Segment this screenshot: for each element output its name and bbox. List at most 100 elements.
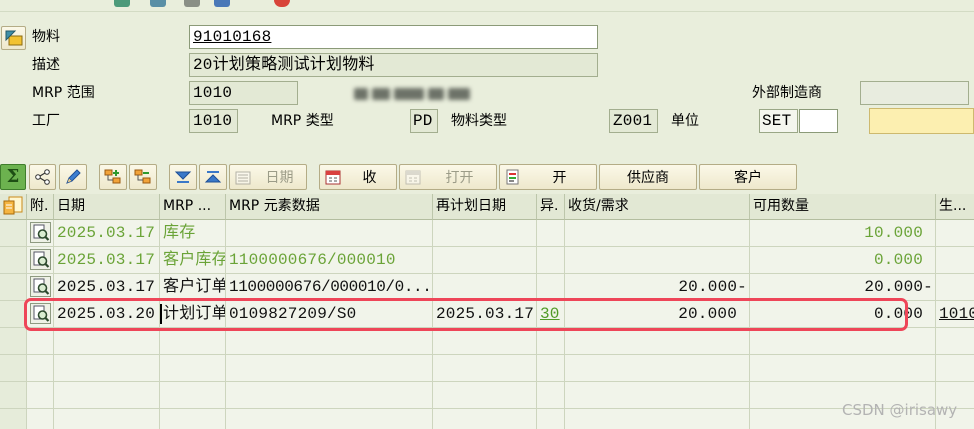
production-cell (936, 220, 974, 247)
column-header-reschedule-date[interactable]: 再计划日期 (433, 194, 537, 220)
watermark: CSDN @irisawy (842, 401, 958, 419)
empty-row (0, 409, 974, 429)
sum-button[interactable]: Σ (0, 164, 26, 190)
mrp-type-label: MRP 类型 (271, 113, 334, 129)
table-header-row: 附. 日期 MRP ... MRP 元素数据 再计划日期 异. 收货/需求 可用… (0, 194, 974, 220)
collapse-tree-icon (133, 167, 153, 187)
row-selector[interactable] (0, 274, 27, 301)
column-header-mrp-element[interactable]: MRP ... (160, 194, 226, 220)
mrp-element-text: 计划订单 (163, 305, 226, 323)
document-list-icon (233, 167, 253, 187)
column-header-available-qty[interactable]: 可用数量 (750, 194, 936, 220)
table-row[interactable]: 2025.03.17 客户库存 1100000676/000010 0.000 (0, 247, 974, 274)
date-cell: 2025.03.20 (54, 301, 160, 328)
element-data-cell: 1100000676/000010/0... (226, 274, 433, 301)
table-cell (54, 355, 160, 382)
table-row[interactable]: 2025.03.17 客户订单 1100000676/000010/0... 2… (0, 274, 974, 301)
exception-cell: 30 (537, 301, 565, 328)
table-row[interactable]: 2025.03.17 库存 10.000 (0, 220, 974, 247)
row-selector[interactable] (0, 355, 27, 382)
row-selector[interactable] (0, 301, 27, 328)
mrp-element-cell: 计划订单 (160, 301, 226, 328)
material-type-field: Z001 (609, 109, 658, 133)
reschedule-date-cell (433, 274, 537, 301)
table-cell (160, 328, 226, 355)
production-link[interactable]: 1010 (939, 305, 974, 323)
chevron-up-icon (203, 167, 223, 187)
column-header-exception[interactable]: 异. (537, 194, 565, 220)
table-cell (54, 409, 160, 429)
redacted-text (352, 85, 474, 103)
row-selector[interactable] (0, 247, 27, 274)
customer-button[interactable]: 客户 (699, 164, 797, 190)
select-all-button[interactable] (0, 194, 27, 220)
unit-label: 单位 (671, 113, 699, 129)
receipt-requirement-cell (565, 247, 750, 274)
vendor-button[interactable]: 供应商 (599, 164, 697, 190)
settings-icon[interactable] (184, 0, 200, 7)
back-icon[interactable] (114, 0, 130, 7)
element-detail-button[interactable] (30, 249, 51, 270)
date-cell: 2025.03.17 (54, 220, 160, 247)
refresh-icon[interactable] (150, 0, 166, 7)
material-hierarchy-button[interactable] (1, 26, 26, 50)
calendar-icon (403, 167, 423, 187)
mrp-area-field: 1010 (189, 81, 298, 105)
unit-extra-field[interactable] (799, 109, 838, 133)
column-header-element-data[interactable]: MRP 元素数据 (226, 194, 433, 220)
row-selector[interactable] (0, 409, 27, 429)
table-cell (433, 382, 537, 409)
highlight-field (869, 108, 974, 134)
row-selector[interactable] (0, 328, 27, 355)
receipts-button[interactable]: 收 (319, 164, 397, 190)
scroll-up-button[interactable] (199, 164, 227, 190)
table-cell (27, 409, 54, 429)
date-button-label: 日期 (265, 170, 294, 186)
description-label: 描述 (32, 57, 60, 73)
detail-magnifier-icon (33, 305, 49, 322)
navigate-icon[interactable] (214, 0, 230, 7)
table-row[interactable]: 2025.03.20 计划订单 0109827209/S0 2025.03.17… (0, 301, 974, 328)
plant-field: 1010 (189, 109, 238, 133)
table-cell (433, 409, 537, 429)
table-cell (160, 355, 226, 382)
mrp-element-cell: 库存 (160, 220, 226, 247)
column-header-date[interactable]: 日期 (54, 194, 160, 220)
exception-link[interactable]: 30 (540, 305, 560, 323)
row-selector[interactable] (0, 220, 27, 247)
table-cell (27, 328, 54, 355)
material-field[interactable]: 91010168 (189, 25, 598, 49)
empty-row (0, 355, 974, 382)
column-header-attachment[interactable]: 附. (27, 194, 54, 220)
table-cell (226, 409, 433, 429)
mrp-type-field: PD (410, 109, 438, 133)
table-cell (537, 382, 565, 409)
collapse-all-button[interactable] (129, 164, 157, 190)
cancel-icon[interactable] (274, 0, 290, 7)
graph-button[interactable] (29, 164, 56, 190)
text-cursor (160, 304, 162, 324)
table-cell (160, 382, 226, 409)
attachment-cell (27, 274, 54, 301)
row-selector[interactable] (0, 382, 27, 409)
table-cell (565, 409, 750, 429)
element-data-cell: 1100000676/000010 (226, 247, 433, 274)
attachment-cell (27, 247, 54, 274)
sigma-icon: Σ (6, 166, 20, 187)
edit-button[interactable] (59, 164, 87, 190)
open-disabled-button[interactable]: 打开 (399, 164, 497, 190)
column-header-receipt-requirement[interactable]: 收货/需求 (565, 194, 750, 220)
element-detail-button[interactable] (30, 222, 51, 243)
expand-all-button[interactable] (99, 164, 127, 190)
select-all-icon (3, 196, 23, 215)
receipts-button-label: 收 (362, 170, 377, 186)
open-button[interactable]: 开 (499, 164, 597, 190)
column-header-production[interactable]: 生... (936, 194, 974, 220)
reschedule-date-cell: 2025.03.17 (433, 301, 537, 328)
element-detail-button[interactable] (30, 276, 51, 297)
element-detail-button[interactable] (30, 303, 51, 324)
table-cell (226, 328, 433, 355)
plant-label: 工厂 (32, 113, 60, 129)
date-button[interactable]: 日期 (229, 164, 307, 190)
scroll-down-button[interactable] (169, 164, 197, 190)
